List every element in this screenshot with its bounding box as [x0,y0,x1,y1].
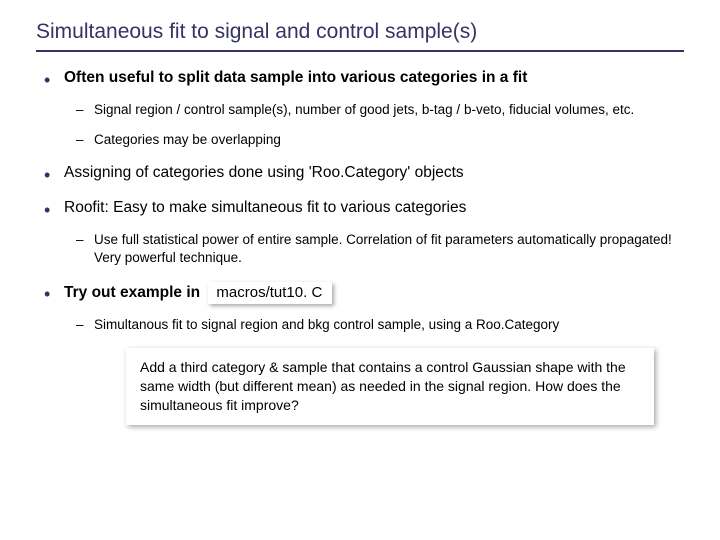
bullet-list: Often useful to split data sample into v… [36,68,684,334]
exercise-note-box: Add a third category & sample that conta… [126,348,654,425]
sub-bullet-item: Use full statistical power of entire sam… [64,231,684,267]
bullet-text: Assigning of categories done using 'Roo.… [64,164,464,181]
bullet-item: Try out example in macros/tut10. C Simul… [36,282,684,334]
sub-bullet-item: Signal region / control sample(s), numbe… [64,101,684,119]
sub-bullet-item: Categories may be overlapping [64,131,684,149]
bullet-item: Roofit: Easy to make simultaneous fit to… [36,198,684,267]
slide: Simultaneous fit to signal and control s… [0,0,720,425]
bullet-text-prefix: Try out example in [64,284,204,301]
sub-bullet-list: Simultanous fit to signal region and bkg… [64,316,684,334]
sub-bullet-item: Simultanous fit to signal region and bkg… [64,316,684,334]
bullet-item: Assigning of categories done using 'Roo.… [36,163,684,184]
slide-title: Simultaneous fit to signal and control s… [36,20,684,52]
bullet-text: Often useful to split data sample into v… [64,69,527,86]
code-filename-box: macros/tut10. C [208,282,332,304]
bullet-item: Often useful to split data sample into v… [36,68,684,149]
sub-bullet-list: Signal region / control sample(s), numbe… [64,101,684,149]
sub-bullet-list: Use full statistical power of entire sam… [64,231,684,267]
bullet-text: Roofit: Easy to make simultaneous fit to… [64,199,466,216]
